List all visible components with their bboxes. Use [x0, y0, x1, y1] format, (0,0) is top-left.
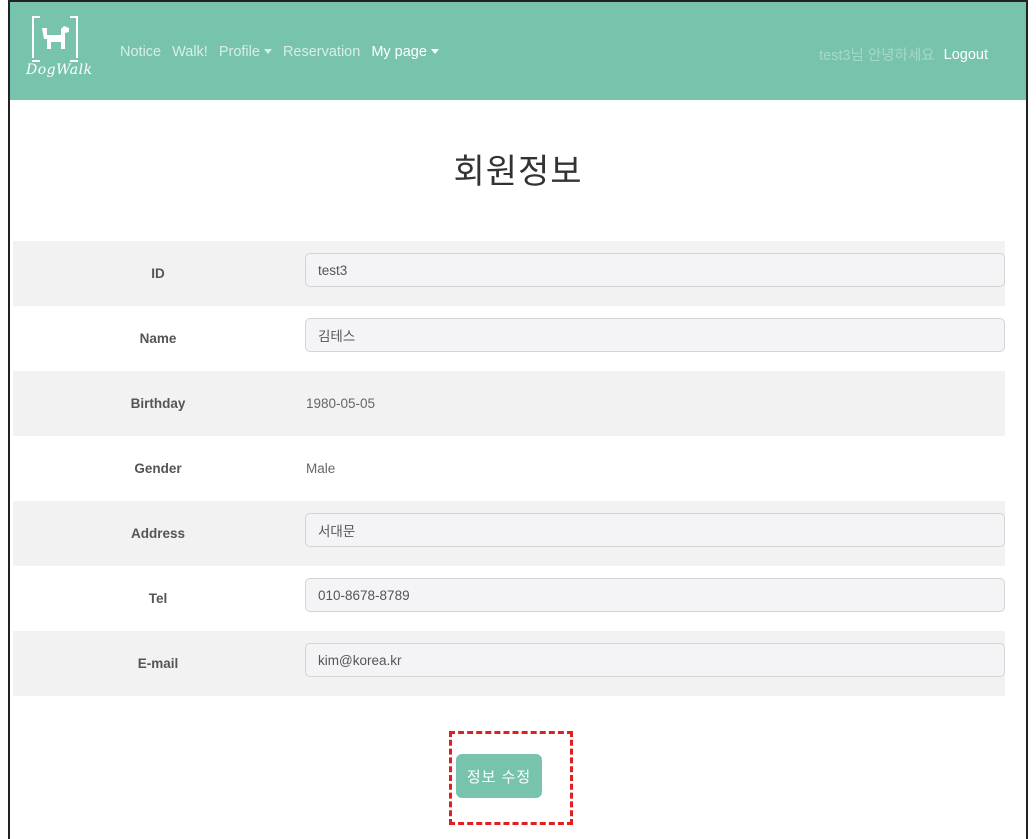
dog-icon — [42, 26, 69, 49]
nav-item-label: Walk! — [172, 44, 208, 60]
tel-label: Tel — [148, 591, 168, 606]
nav-item-profile[interactable]: Profile — [219, 44, 272, 60]
nav-item-notice[interactable]: Notice — [120, 44, 161, 60]
logout-link[interactable]: Logout — [944, 47, 988, 63]
caret-down-icon — [430, 49, 439, 54]
form-row-birthday: Birthday 1980-05-05 — [13, 371, 1005, 436]
member-info-form: ID Name Birthday 1980-05-05 Gender Male … — [13, 241, 1005, 696]
caret-down-icon — [263, 49, 272, 54]
nav-item-walk[interactable]: Walk! — [172, 44, 208, 60]
name-label: Name — [139, 331, 177, 346]
brand-logo[interactable]: DogWalk — [24, 16, 92, 92]
nav-item-label: Notice — [120, 44, 162, 60]
name-field[interactable] — [305, 318, 1005, 352]
page-frame: DogWalk Notice Walk! Profile Reservation… — [8, 0, 1028, 839]
form-row-id: ID — [13, 241, 1005, 306]
form-row-email: E-mail — [13, 631, 1005, 696]
birthday-value: 1980-05-05 — [306, 396, 376, 411]
email-label: E-mail — [137, 656, 179, 671]
gender-value: Male — [306, 461, 336, 476]
tel-field[interactable] — [305, 578, 1005, 612]
address-label: Address — [130, 526, 186, 541]
id-label: ID — [151, 266, 165, 281]
form-row-address: Address — [13, 501, 1005, 566]
page-title: 회원정보 — [453, 153, 583, 191]
nav-item-reservation[interactable]: Reservation — [283, 44, 360, 60]
nav-item-label: My page — [371, 44, 427, 60]
address-field[interactable] — [305, 513, 1005, 547]
edit-info-button[interactable]: 정보 수정 — [456, 754, 542, 798]
brand-name: DogWalk — [26, 62, 93, 78]
gender-label: Gender — [134, 461, 182, 476]
nav-item-label: Reservation — [282, 44, 361, 60]
form-row-tel: Tel — [13, 566, 1005, 631]
nav-item-my-page[interactable]: My page — [371, 44, 439, 60]
id-field[interactable] — [305, 253, 1005, 287]
navbar: DogWalk Notice Walk! Profile Reservation… — [10, 2, 1026, 100]
email-field[interactable] — [305, 643, 1005, 677]
nav-user-area: test3님 안녕하세요 Logout — [819, 44, 988, 65]
user-greeting: test3님 안녕하세요 — [819, 48, 935, 64]
form-row-gender: Gender Male — [13, 436, 1005, 501]
nav-item-label: Profile — [218, 44, 260, 60]
form-row-name: Name — [13, 306, 1005, 371]
nav-menu: Notice Walk! Profile Reservation My page — [120, 44, 450, 60]
birthday-label: Birthday — [130, 396, 186, 411]
